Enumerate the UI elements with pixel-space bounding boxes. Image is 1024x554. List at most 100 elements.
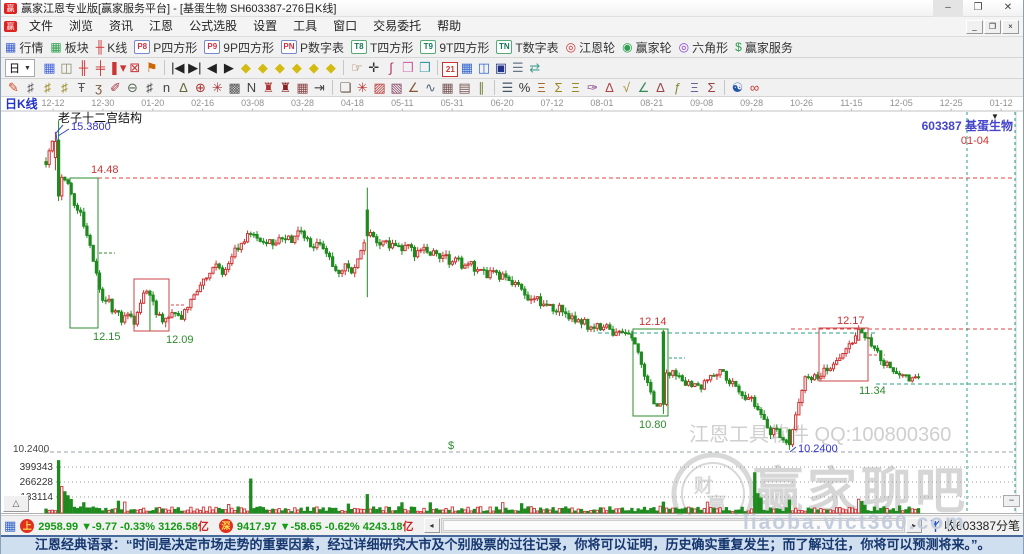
tick-data-button[interactable]: 收603387分笔 (930, 517, 1020, 534)
last-page-icon[interactable]: ▶| (186, 59, 203, 77)
menu-item-gann[interactable]: 江恩 (141, 19, 181, 33)
toolbar-button-hexagon[interactable]: ◎ 六角形 (679, 39, 729, 56)
fan-lines-icon[interactable]: ✳ (354, 79, 371, 97)
print-icon[interactable]: ☰ (509, 59, 526, 77)
tower-icon[interactable]: ♜ (260, 79, 277, 97)
zigzag-icon[interactable]: Ν (243, 79, 260, 97)
child-close-button[interactable]: × (1002, 19, 1019, 34)
toolbar-button-t-square[interactable]: T8 T四方形 (350, 39, 413, 56)
prev-icon[interactable]: ◀ (203, 59, 220, 77)
shanghai-market-icon[interactable]: 上 (20, 518, 35, 533)
ellipse-icon[interactable]: ⊖ (124, 79, 141, 97)
bar-style-icon[interactable]: ╪ (92, 59, 109, 77)
calendar-icon[interactable]: 21 (442, 62, 459, 77)
grid-box-icon[interactable]: ▦ (294, 79, 311, 97)
marker-tool-icon[interactable]: ✐ (107, 79, 124, 97)
j-line-icon[interactable]: ∠ (635, 79, 652, 97)
close-button[interactable]: ✕ (993, 0, 1023, 17)
f-line-icon[interactable]: ∆ (652, 79, 669, 97)
cross-cursor-icon[interactable]: ✛ (365, 59, 382, 77)
menu-item-tools[interactable]: 工具 (285, 19, 325, 33)
rows-icon[interactable]: ▤ (456, 79, 473, 97)
gold-levels-icon[interactable]: Ξ (567, 79, 584, 97)
t-line-icon[interactable]: Ŧ (73, 79, 90, 97)
menu-item-browse[interactable]: 浏览 (61, 19, 101, 33)
angle-line-icon[interactable]: ∠ (405, 79, 422, 97)
network-icon[interactable]: ⇄ (526, 59, 543, 77)
menu-item-formula-pick[interactable]: 公式选股 (181, 19, 245, 33)
period-day-dropdown[interactable]: 日 ▼ (5, 59, 35, 77)
menu-item-window[interactable]: 窗口 (325, 19, 365, 33)
angle-ruler-icon[interactable]: ∆ (175, 79, 192, 97)
hand-icon[interactable]: ☞ (348, 59, 365, 77)
gann-grid-icon[interactable]: ♯ (39, 79, 56, 97)
yinyang-icon[interactable]: ☯ (729, 79, 746, 97)
gann-fan-icon[interactable]: ✳ (209, 79, 226, 97)
maximize-button[interactable]: ❐ (963, 0, 993, 17)
toolbar-button-9p-square[interactable]: P9 9P四方形 (204, 39, 274, 56)
toolbar-button-gann-wheel[interactable]: ◎ 江恩轮 (566, 39, 616, 56)
tower2-icon[interactable]: ♜ (277, 79, 294, 97)
toolbar-button-t-number-table[interactable]: TN T数字表 (496, 39, 559, 56)
diamond-right-icon[interactable]: ◆ (254, 59, 271, 77)
hatch-box2-icon[interactable]: ▧ (388, 79, 405, 97)
x-line-icon[interactable]: Σ (703, 79, 720, 97)
ruler-grid-icon[interactable]: ♯ (141, 79, 158, 97)
chart-scrollbar-thumb[interactable] (442, 520, 903, 531)
infinity-icon[interactable]: ∞ (746, 79, 763, 97)
toolbar-button-quotes[interactable]: ▦ 行情 (5, 39, 43, 56)
shade-box-icon[interactable]: ▩ (226, 79, 243, 97)
menu-item-trade[interactable]: 交易委托 (365, 19, 429, 33)
volume-minimize-button[interactable]: − (1003, 495, 1020, 507)
pencil-tool-icon[interactable]: ✎ (5, 79, 22, 97)
curve-ruler-icon[interactable]: ∫ (382, 59, 399, 77)
s-line-icon[interactable]: ƒ (669, 79, 686, 97)
toolbar-button-winner-service[interactable]: $ 赢家服务 (735, 39, 793, 56)
candle-style-dropdown[interactable]: ❚▾ (109, 59, 126, 77)
board-icon[interactable]: ◫ (58, 59, 75, 77)
levels-icon[interactable]: Ξ (533, 79, 550, 97)
scroll-right-button[interactable]: ▸ (905, 518, 922, 533)
menu-item-help[interactable]: 帮助 (429, 19, 469, 33)
rect-tool-icon[interactable]: ❏ (337, 79, 354, 97)
volume-expand-button[interactable]: △ (3, 495, 29, 512)
menu-item-news[interactable]: 资讯 (101, 19, 141, 33)
wave-icon[interactable]: ∿ (422, 79, 439, 97)
child-restore-button[interactable]: ❐ (984, 19, 1001, 34)
percent-icon[interactable]: % (516, 79, 533, 97)
toolbar-button-9t-square[interactable]: T9 9T四方形 (420, 39, 489, 56)
next-icon[interactable]: ▶ (220, 59, 237, 77)
kline-chart-canvas[interactable]: 江恩工具软件 QQ:100800360财赢 赢家聊吧12-12 12-30 01-20… (1, 97, 1024, 515)
grid-tool-icon[interactable]: ♯ (22, 79, 39, 97)
shenzhen-market-icon[interactable]: 深 (218, 518, 233, 533)
save-icon[interactable]: ▣ (492, 59, 509, 77)
gann-circle-icon[interactable]: ⊕ (192, 79, 209, 97)
layout-icon[interactable]: ▦ (41, 59, 58, 77)
pink-tool-icon[interactable]: ❒ (399, 59, 416, 77)
diamond-v-expand-icon[interactable]: ◆ (305, 59, 322, 77)
toolbar-button-kline[interactable]: ╫ K线 (96, 39, 128, 56)
diamond-left-icon[interactable]: ◆ (237, 59, 254, 77)
gold-ratio-icon[interactable]: Σ (550, 79, 567, 97)
crosshair-box-icon[interactable]: ⊠ (126, 59, 143, 77)
matrix-icon[interactable]: ▦ (439, 79, 456, 97)
minimize-button[interactable]: – (933, 0, 963, 17)
spiral-icon[interactable]: ʒ (90, 79, 107, 97)
parallel-lines-icon[interactable]: ∥ (473, 79, 490, 97)
gann-grid2-icon[interactable]: ♯ (56, 79, 73, 97)
menu-item-settings[interactable]: 设置 (245, 19, 285, 33)
toolbar-button-p-square[interactable]: P8 P四方形 (134, 39, 197, 56)
toolbar-button-winner-wheel[interactable]: ◉ 赢家轮 (622, 39, 672, 56)
step-line-icon[interactable]: Ξ (686, 79, 703, 97)
quote-table-icon[interactable]: ▦ (4, 518, 16, 534)
square-number-icon[interactable]: n (158, 79, 175, 97)
extend-line-icon[interactable]: ⇥ (311, 79, 328, 97)
teal-tool-icon[interactable]: ❒ (416, 59, 433, 77)
window-panel-icon[interactable]: ◫ (475, 59, 492, 77)
chart-scrollbar-track[interactable] (440, 518, 905, 533)
first-page-icon[interactable]: |◀ (169, 59, 186, 77)
gold-box-icon[interactable]: √ (618, 79, 635, 97)
kline-style-icon[interactable]: ╫ (75, 59, 92, 77)
diamond-h-shrink-icon[interactable]: ◆ (288, 59, 305, 77)
scroll-left-button[interactable]: ◂ (423, 518, 440, 533)
